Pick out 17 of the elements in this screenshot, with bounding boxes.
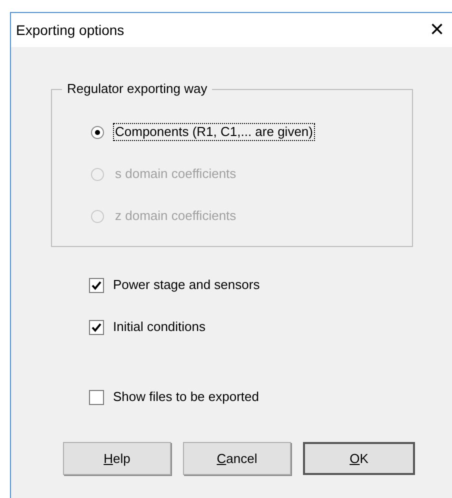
dialog-button[interactable]: Cancel [183, 442, 291, 475]
close-button[interactable]: × [428, 18, 446, 42]
window-title: Exporting options [16, 20, 124, 40]
check-icon [91, 322, 102, 332]
checkbox[interactable] [89, 278, 104, 292]
checkbox-label: Power stage and sensors [113, 276, 260, 294]
radio-button[interactable] [91, 126, 104, 138]
radio-label: s domain coefficients [114, 165, 238, 183]
check-icon [91, 280, 102, 290]
checkbox-label: Initial conditions [113, 318, 206, 336]
radio-label: z domain coefficients [114, 207, 238, 225]
checkbox-label: Show files to be exported [113, 388, 259, 406]
checkbox[interactable] [89, 390, 104, 404]
radio-label: Components (R1, C1,... are given) [113, 123, 315, 141]
dialog-button[interactable]: Help [63, 442, 171, 475]
dialog-button[interactable]: OK [303, 442, 415, 475]
checkbox[interactable] [89, 320, 104, 334]
